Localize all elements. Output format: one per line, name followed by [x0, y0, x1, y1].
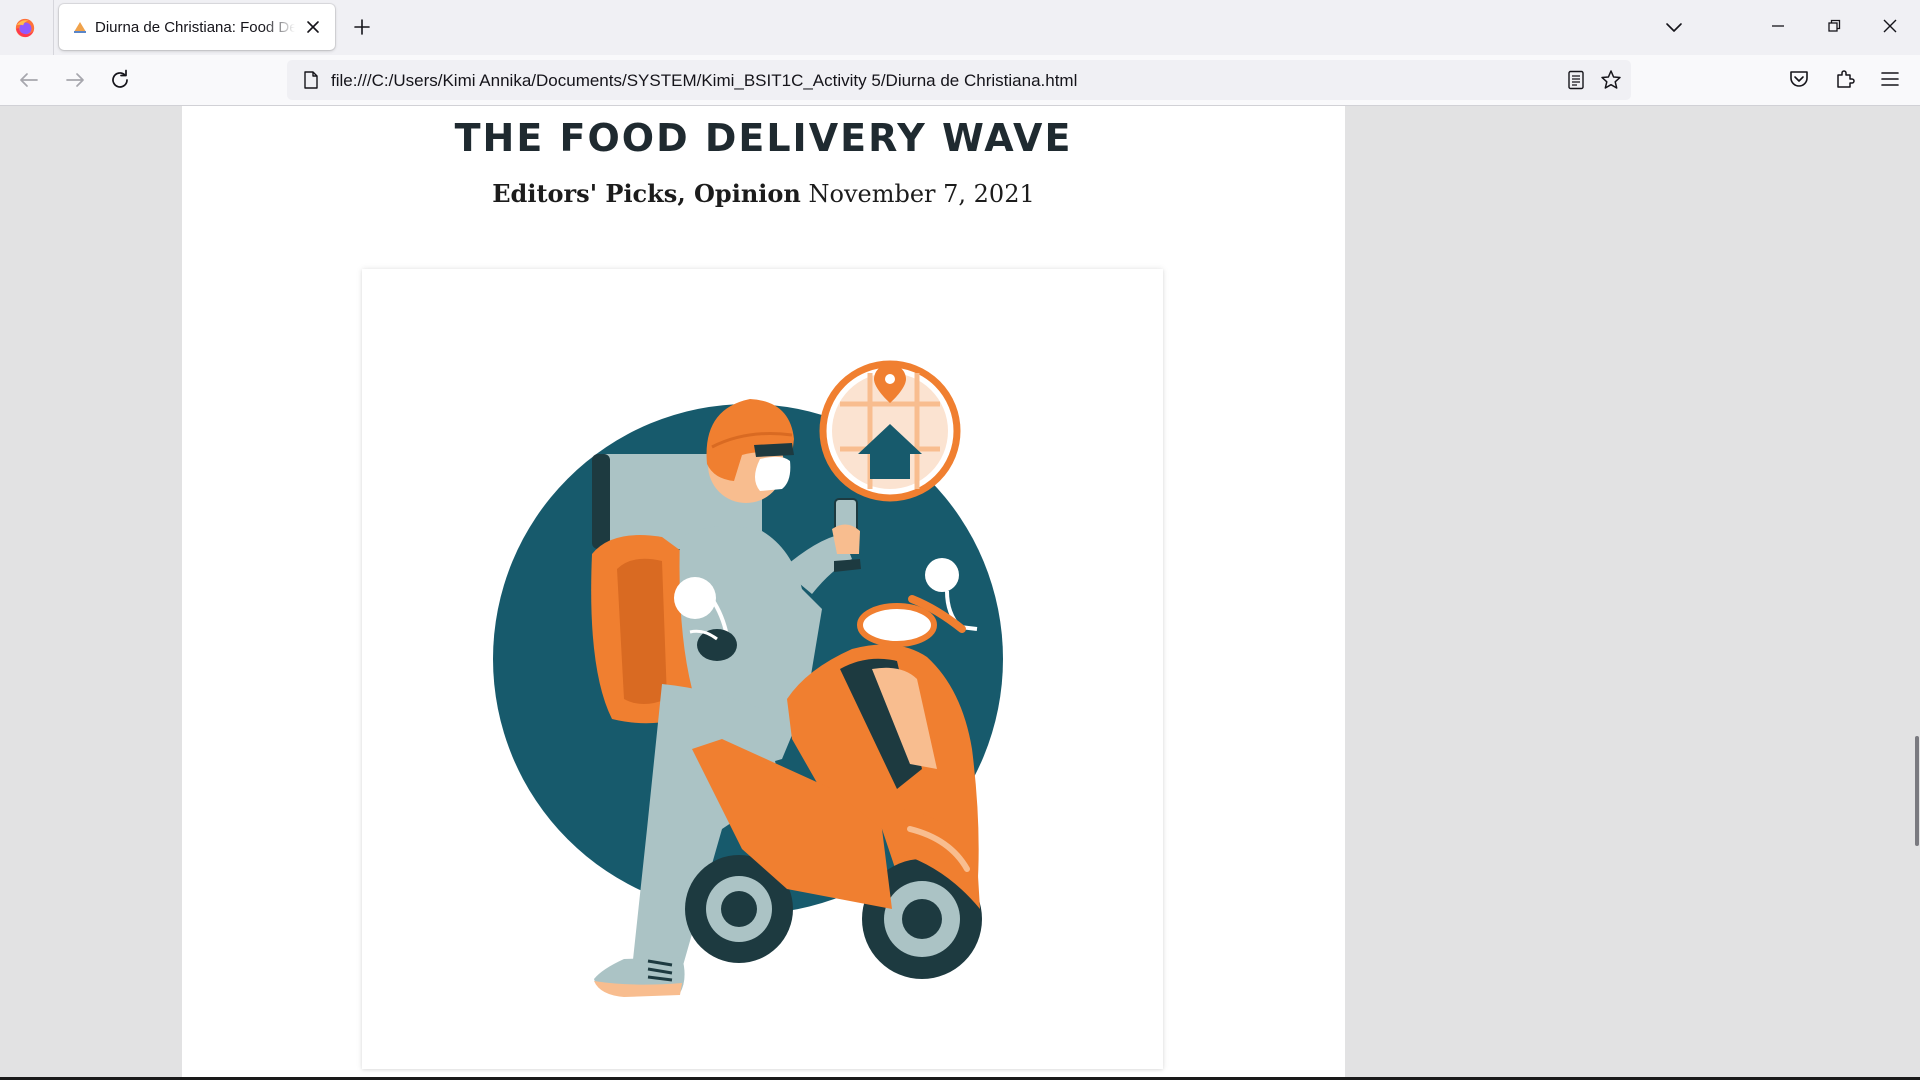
pocket-icon[interactable] [1787, 67, 1811, 91]
chevron-down-icon[interactable] [1662, 15, 1686, 39]
reload-icon[interactable] [107, 67, 133, 93]
navigation-toolbar: file:///C:/Users/Kimi Annika/Documents/S… [0, 55, 1920, 106]
hamburger-menu-icon[interactable] [1878, 67, 1902, 91]
article-headline: THE FOOD DELIVERY WAVE [454, 116, 1073, 160]
tab-separator [53, 0, 54, 55]
tab-strip: Diurna de Christiana: Food Delivery Wave [0, 0, 1920, 55]
tab-title: Diurna de Christiana: Food Delivery Wave [95, 19, 295, 36]
article-byline: Editors' Picks, Opinion November 7, 2021 [182, 179, 1345, 208]
page-viewport: THE FOOD DELIVERY WAVE Editors' Picks, O… [0, 106, 1920, 1080]
firefox-logo-icon[interactable] [14, 17, 36, 39]
favicon-icon [74, 22, 86, 33]
restore-icon[interactable] [1822, 14, 1846, 38]
star-icon[interactable] [1599, 68, 1623, 92]
reader-view-icon[interactable] [1565, 69, 1587, 91]
plus-icon[interactable] [350, 15, 374, 39]
article-container: THE FOOD DELIVERY WAVE Editors' Picks, O… [182, 106, 1345, 1080]
arrow-right-icon[interactable] [62, 67, 88, 93]
url-bar[interactable]: file:///C:/Users/Kimi Annika/Documents/S… [287, 60, 1631, 100]
tab-active[interactable]: Diurna de Christiana: Food Delivery Wave [59, 4, 335, 50]
extensions-icon[interactable] [1833, 67, 1857, 91]
scrollbar-thumb[interactable] [1915, 736, 1919, 846]
page-icon[interactable] [301, 70, 321, 90]
close-tab-icon[interactable] [303, 17, 323, 37]
minimize-icon[interactable] [1766, 14, 1790, 38]
arrow-left-icon[interactable] [16, 67, 42, 93]
url-text[interactable]: file:///C:/Users/Kimi Annika/Documents/S… [331, 71, 1077, 91]
delivery-rider-illustration [493, 360, 1003, 997]
close-window-icon[interactable] [1878, 14, 1902, 38]
article-image-card [362, 269, 1163, 1069]
article-date: November 7, 2021 [808, 180, 1035, 208]
article-categories[interactable]: Editors' Picks, Opinion [492, 179, 801, 208]
